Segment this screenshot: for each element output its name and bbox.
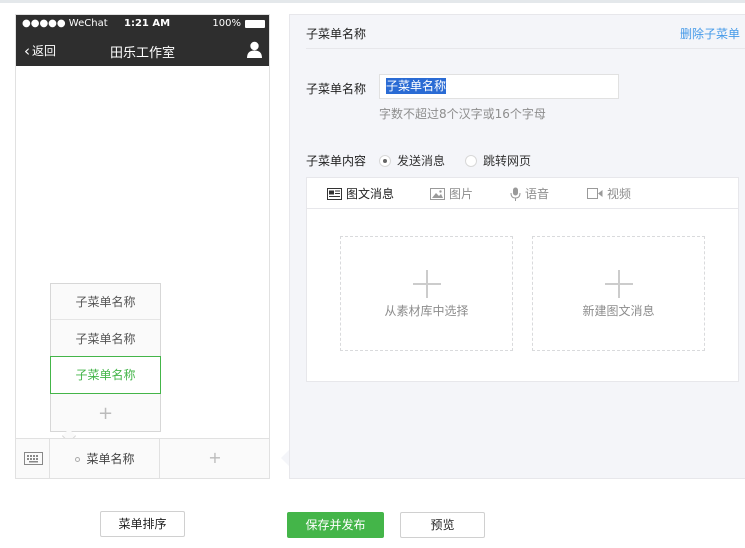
name-hint: 字数不超过8个汉字或16个字母 <box>379 107 546 121</box>
main-menu-item[interactable]: 菜单名称 <box>51 439 160 479</box>
image-icon <box>430 187 445 200</box>
radio-unchecked-icon <box>465 154 478 167</box>
create-news-card[interactable]: 新建图文消息 <box>532 236 705 351</box>
submenu-popup: 子菜单名称 子菜单名称 子菜单名称 + <box>50 283 161 432</box>
tab-news[interactable]: 图文消息 <box>327 185 394 202</box>
submenu-editor: 子菜单名称 删除子菜单 子菜单名称 子菜单名称 字数不超过8个汉字或16个字母 … <box>289 14 745 479</box>
battery-percent: 100% <box>212 18 241 29</box>
keyboard-icon <box>24 452 43 465</box>
keyboard-toggle[interactable] <box>16 439 50 479</box>
add-menu-button[interactable]: + <box>161 439 269 479</box>
radio-send-message[interactable]: 发送消息 <box>379 152 445 169</box>
radio-checked-icon <box>379 154 391 167</box>
carrier-label: ●●●●● WeChat <box>22 18 108 29</box>
save-and-publish-button[interactable]: 保存并发布 <box>287 512 384 538</box>
add-submenu-button[interactable]: + <box>51 400 160 432</box>
battery-indicator: 100% <box>212 18 265 29</box>
create-news-label: 新建图文消息 <box>582 304 655 318</box>
radio-open-webpage-label: 跳转网页 <box>483 154 532 168</box>
microphone-icon <box>510 187 521 201</box>
tab-voice-label: 语音 <box>525 187 550 201</box>
tab-video-label: 视频 <box>607 187 632 201</box>
plus-icon <box>413 270 441 298</box>
phone-nav-bar: ‹ 返回 田乐工作室 <box>16 35 269 66</box>
news-icon <box>327 187 342 200</box>
content-type-radio-group: 发送消息 跳转网页 <box>379 152 551 169</box>
preview-button[interactable]: 预览 <box>400 512 485 538</box>
selected-text: 子菜单名称 <box>386 78 447 94</box>
menu-dot-icon <box>75 457 81 462</box>
editor-title: 子菜单名称 <box>306 27 367 41</box>
tab-video[interactable]: 视频 <box>587 185 631 202</box>
battery-icon <box>245 19 265 28</box>
video-icon <box>587 188 603 199</box>
select-from-library-label: 从素材库中选择 <box>384 304 469 318</box>
message-content-box: 图文消息 图片 语音 视频 从素材库中选择 新建图文消息 <box>306 177 739 382</box>
content-label: 子菜单内容 <box>306 154 367 168</box>
main-menu-label: 菜单名称 <box>86 452 135 466</box>
editor-pointer <box>281 450 289 466</box>
submenu-item-3-selected[interactable]: 子菜单名称 <box>50 356 161 394</box>
status-bar: ●●●●● WeChat 1:21 AM 100% <box>16 15 269 35</box>
top-divider <box>0 0 745 3</box>
delete-submenu-link[interactable]: 删除子菜单 <box>680 25 740 42</box>
phone-preview: ●●●●● WeChat 1:21 AM 100% ‹ 返回 田乐工作室 子菜单… <box>15 14 270 479</box>
tab-image[interactable]: 图片 <box>430 185 473 202</box>
select-from-library-card[interactable]: 从素材库中选择 <box>340 236 513 351</box>
name-label: 子菜单名称 <box>306 82 367 96</box>
submenu-name-input[interactable]: 子菜单名称 <box>379 74 619 99</box>
tab-image-label: 图片 <box>449 187 474 201</box>
phone-menu-bar: 菜单名称 + <box>16 438 269 479</box>
radio-open-webpage[interactable]: 跳转网页 <box>465 152 531 169</box>
tab-voice[interactable]: 语音 <box>510 185 549 202</box>
plus-icon <box>605 270 633 298</box>
user-icon[interactable] <box>247 41 262 58</box>
tab-news-label: 图文消息 <box>346 187 395 201</box>
message-type-tabs: 图文消息 图片 语音 视频 <box>307 178 738 209</box>
status-time: 1:21 AM <box>124 18 171 29</box>
editor-header: 子菜单名称 删除子菜单 <box>306 15 745 49</box>
menu-sort-button[interactable]: 菜单排序 <box>100 511 185 537</box>
radio-send-message-label: 发送消息 <box>397 154 446 168</box>
account-title: 田乐工作室 <box>109 46 175 61</box>
submenu-item-1[interactable]: 子菜单名称 <box>51 284 160 320</box>
submenu-item-2[interactable]: 子菜单名称 <box>51 321 160 357</box>
